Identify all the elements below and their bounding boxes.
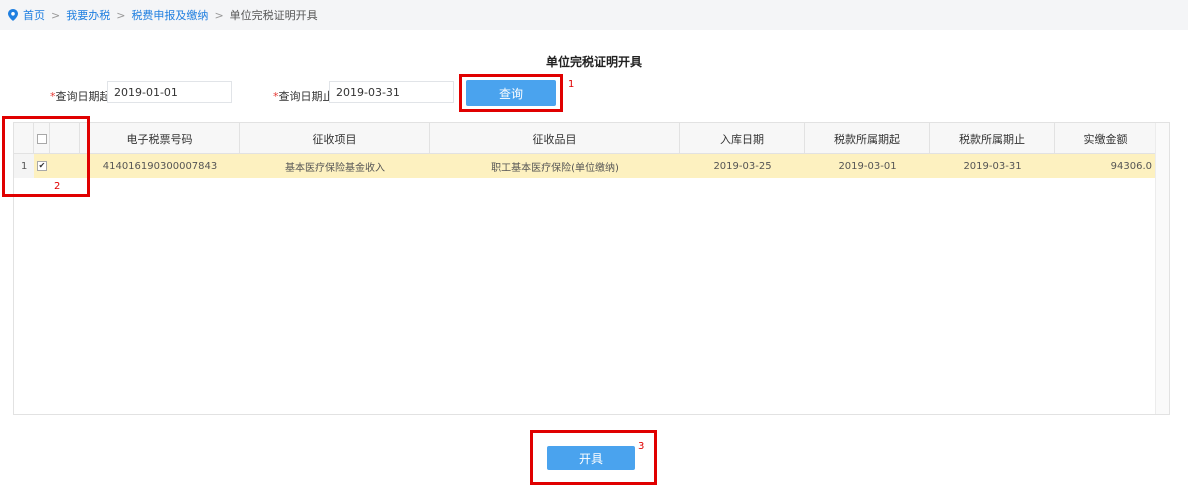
end-date-input[interactable]	[329, 81, 454, 103]
table-cell: 基本医疗保险基金收入	[285, 162, 385, 174]
header-select-cell	[34, 123, 50, 154]
result-table: 电子税票号码 征收项目 征收品目 入库日期 税款所属期起 税款所属期止 实缴金额…	[13, 122, 1170, 415]
column-header[interactable]: 实缴金额	[1055, 123, 1156, 154]
start-date-label: *查询日期起:	[50, 88, 114, 104]
row-select-cell: ✔	[34, 154, 50, 178]
breadcrumb-tax-services[interactable]: 我要办税	[66, 7, 110, 23]
row-checkbox[interactable]: ✔	[37, 161, 47, 171]
page: 首页 > 我要办税 > 税费申报及缴纳 > 单位完税证明开具 单位完税证明开具 …	[0, 0, 1188, 502]
table-header: 电子税票号码 征收项目 征收品目 入库日期 税款所属期起 税款所属期止 实缴金额	[14, 123, 1156, 154]
table-cell: 2019-03-25	[713, 160, 772, 172]
column-header[interactable]: 征收品目	[430, 123, 680, 154]
column-header[interactable]: 电子税票号码	[80, 123, 240, 154]
annotation-number-3: 3	[638, 441, 645, 452]
breadcrumb-declaration-payment[interactable]: 税费申报及缴纳	[131, 7, 208, 23]
header-spacer-cell	[50, 123, 80, 154]
page-title: 单位完税证明开具	[545, 55, 642, 69]
end-date-label: *查询日期止:	[273, 88, 337, 104]
header-rownum-cell	[14, 123, 34, 154]
annotation-number-1: 1	[568, 79, 575, 90]
table-scrollbar[interactable]	[1155, 123, 1169, 414]
table-cell: 职工基本医疗保险(单位缴纳)	[491, 162, 619, 174]
breadcrumb-current: 单位完税证明开具	[229, 9, 318, 22]
annotation-number-2: 2	[54, 181, 61, 192]
table-cell: 414016190300007843	[102, 160, 218, 172]
start-date-label-text: 查询日期起:	[55, 90, 115, 103]
breadcrumb-separator: >	[214, 8, 224, 22]
breadcrumb-separator: >	[51, 8, 61, 22]
row-number: 1	[14, 154, 34, 178]
table-cell: 94306.0	[1110, 160, 1152, 172]
location-pin-icon	[8, 9, 18, 21]
breadcrumb-separator: >	[116, 8, 126, 22]
column-header[interactable]: 税款所属期起	[805, 123, 930, 154]
issue-button[interactable]: 开具	[547, 446, 635, 470]
breadcrumb-home[interactable]: 首页	[23, 7, 45, 23]
table-cell: 2019-03-31	[963, 160, 1022, 172]
table-row[interactable]: 1 ✔ 414016190300007843 基本医疗保险基金收入 职工基本医疗…	[14, 154, 1156, 178]
select-all-checkbox[interactable]	[36, 133, 47, 144]
breadcrumb: 首页 > 我要办税 > 税费申报及缴纳 > 单位完税证明开具	[0, 0, 1188, 30]
column-header[interactable]: 入库日期	[680, 123, 805, 154]
column-header[interactable]: 税款所属期止	[930, 123, 1055, 154]
column-header[interactable]: 征收项目	[240, 123, 430, 154]
query-button[interactable]: 查询	[466, 80, 556, 106]
start-date-input[interactable]	[107, 81, 232, 103]
row-spacer-cell	[50, 154, 80, 178]
table-cell: 2019-03-01	[838, 160, 897, 172]
